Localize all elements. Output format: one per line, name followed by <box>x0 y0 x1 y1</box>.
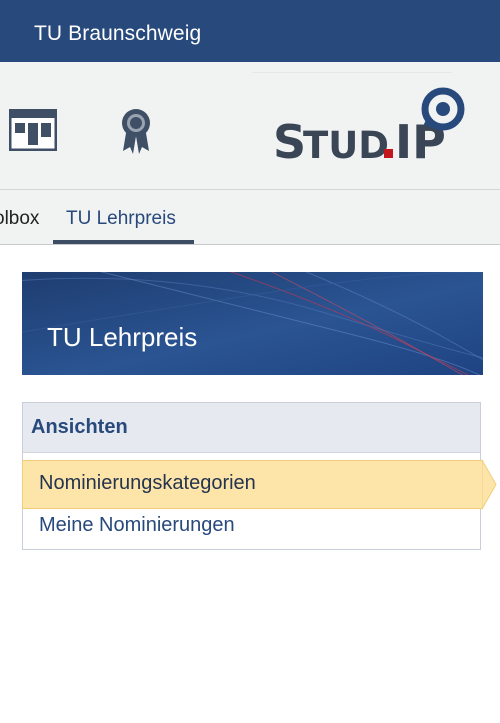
sidebar-header: Ansichten <box>23 403 480 453</box>
board-icon[interactable] <box>9 109 57 151</box>
sidebar-item-nominierungskategorien[interactable]: Nominierungskategorien <box>39 472 256 495</box>
views-sidebar: Ansichten Nominierungskategorien Meine N… <box>22 402 497 550</box>
award-icon[interactable] <box>118 106 154 156</box>
sidebar-title: Ansichten <box>31 416 128 438</box>
tab-tu-lehrpreis[interactable]: TU Lehrpreis <box>66 208 176 230</box>
sidebar-item-meine-nominierungen[interactable]: Meine Nominierungen <box>39 514 235 537</box>
page-title: TU Lehrpreis <box>47 322 198 352</box>
tab-toolbox[interactable]: olbox <box>0 208 39 230</box>
active-item-arrow <box>482 459 497 510</box>
page-banner: TU Lehrpreis <box>22 272 483 375</box>
svg-text:IP: IP <box>395 115 446 164</box>
divider <box>252 72 452 73</box>
tab-bar: olbox TU Lehrpreis <box>0 190 500 245</box>
site-title[interactable]: TU Braunschweig <box>34 22 201 46</box>
svg-text:TUD: TUD <box>303 124 389 164</box>
active-tab-indicator <box>53 240 194 244</box>
studip-logo[interactable]: S TUD IP <box>272 84 472 164</box>
header-bar: S TUD IP <box>0 62 500 190</box>
topbar: TU Braunschweig <box>0 0 500 62</box>
svg-text:S: S <box>273 115 306 164</box>
